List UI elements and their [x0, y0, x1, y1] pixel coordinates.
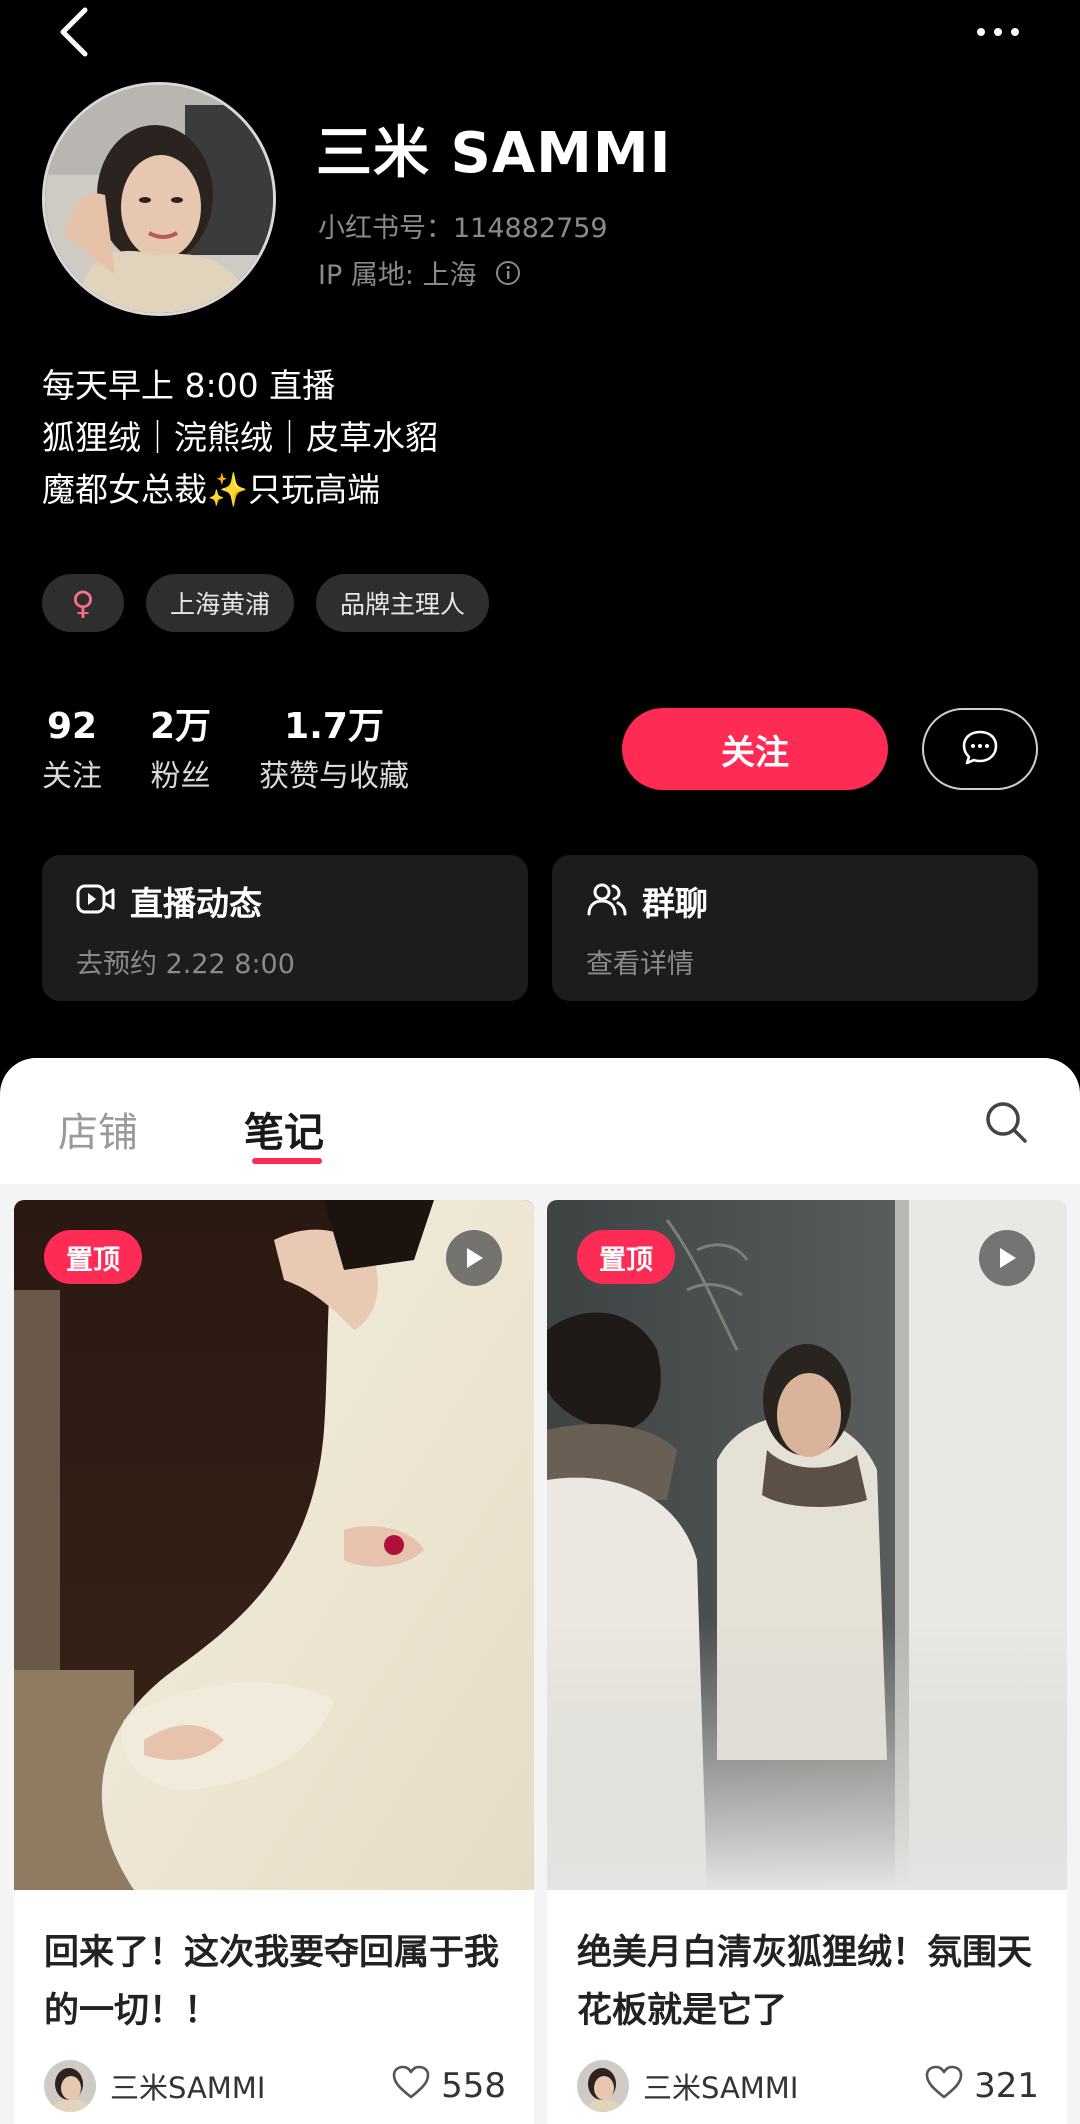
bio-line: 魔都女总裁✨只玩高端 [42, 470, 381, 509]
search-button[interactable] [978, 1096, 1034, 1152]
like-count: 321 [974, 2066, 1039, 2106]
pinned-badge: 置顶 [44, 1230, 142, 1284]
more-options-button[interactable] [958, 10, 1038, 54]
note-cover-image: 置顶 [14, 1200, 534, 1890]
ip-location: IP 属地: 上海 [318, 253, 521, 292]
profile-bio: 每天早上 8:00 直播 狐狸绒｜浣熊绒｜皮草水貂 魔都女总裁✨只玩高端 [42, 360, 438, 516]
female-icon: ♀ [71, 584, 95, 622]
author-name[interactable]: 三米SAMMI [110, 2065, 265, 2107]
live-video-icon [76, 881, 116, 926]
group-users-icon [586, 881, 628, 926]
ip-location-text: IP 属地: 上海 [318, 260, 477, 291]
group-chat-card[interactable]: 群聊 查看详情 [552, 855, 1038, 1001]
stat-value: 2万 [150, 706, 212, 747]
pinned-badge: 置顶 [577, 1230, 675, 1284]
note-author-row: 三米SAMMI 321 [577, 2060, 1039, 2112]
stat-following[interactable]: 92 关注 [42, 700, 102, 800]
stat-value: 92 [46, 706, 98, 747]
search-icon [983, 1099, 1029, 1149]
group-card-subtitle: 查看详情 [586, 949, 694, 980]
live-activity-card[interactable]: 直播动态 去预约 2.22 8:00 [42, 855, 528, 1001]
author-avatar[interactable] [577, 2060, 629, 2112]
active-tab-indicator [252, 1158, 322, 1164]
tab-store[interactable]: 店铺 [58, 1100, 138, 1158]
note-card[interactable]: 置顶 回来了！这次我要夺回属于我的一切！！ 三米SAMMI 558 [14, 1200, 534, 2124]
note-card[interactable]: 置顶 绝美月白清灰狐狸绒！氛围天花板就是它了 三米SAMMI 321 [547, 1200, 1067, 2124]
note-title: 回来了！这次我要夺回属于我的一切！！ [44, 1933, 500, 2031]
gender-tag: ♀ [42, 574, 124, 632]
note-cover-image: 置顶 [547, 1200, 1067, 1890]
author-name[interactable]: 三米SAMMI [643, 2065, 798, 2107]
red-id: 小红书号：114882759 [318, 213, 608, 244]
info-icon[interactable] [495, 260, 521, 286]
group-card-title: 群聊 [642, 883, 708, 923]
play-icon [446, 1230, 502, 1286]
tab-bar: 店铺 笔记 [0, 1058, 1080, 1184]
message-button[interactable] [922, 708, 1038, 790]
like-count: 558 [441, 2066, 506, 2106]
stat-label: 粉丝 [150, 759, 211, 794]
top-bar [0, 0, 1080, 70]
profile-nickname: 三米 SAMMI [316, 121, 672, 186]
play-icon [979, 1230, 1035, 1286]
stat-followers[interactable]: 2万 粉丝 [150, 700, 211, 800]
stat-value: 1.7万 [284, 706, 384, 747]
back-button[interactable] [44, 4, 104, 64]
more-dots-icon [977, 28, 1019, 36]
message-icon [960, 727, 1000, 771]
profile-tags: ♀ 上海黄浦 品牌主理人 [42, 574, 490, 632]
like-button[interactable]: 321 [924, 2064, 1039, 2109]
tab-notes[interactable]: 笔记 [244, 1100, 324, 1158]
heart-icon [391, 2064, 431, 2109]
role-tag: 品牌主理人 [316, 574, 490, 632]
stat-label: 获赞与收藏 [259, 759, 410, 794]
follow-button[interactable]: 关注 [622, 708, 888, 790]
heart-icon [924, 2064, 964, 2109]
note-title: 绝美月白清灰狐狸绒！氛围天花板就是它了 [577, 1933, 1033, 2031]
back-arrow-icon [57, 6, 91, 62]
bio-line: 每天早上 8:00 直播 [42, 366, 336, 405]
bio-line: 狐狸绒｜浣熊绒｜皮草水貂 [42, 418, 438, 457]
note-author-row: 三米SAMMI 558 [44, 2060, 506, 2112]
live-card-title: 直播动态 [130, 883, 262, 923]
stat-likes-collects[interactable]: 1.7万 获赞与收藏 [259, 700, 409, 800]
live-card-subtitle: 去预约 2.22 8:00 [76, 949, 295, 980]
like-button[interactable]: 558 [391, 2064, 506, 2109]
avatar[interactable] [42, 82, 276, 316]
stat-label: 关注 [42, 759, 102, 794]
profile-stats: 92 关注 2万 粉丝 1.7万 获赞与收藏 [42, 700, 409, 800]
location-tag: 上海黄浦 [146, 574, 295, 632]
author-avatar[interactable] [44, 2060, 96, 2112]
